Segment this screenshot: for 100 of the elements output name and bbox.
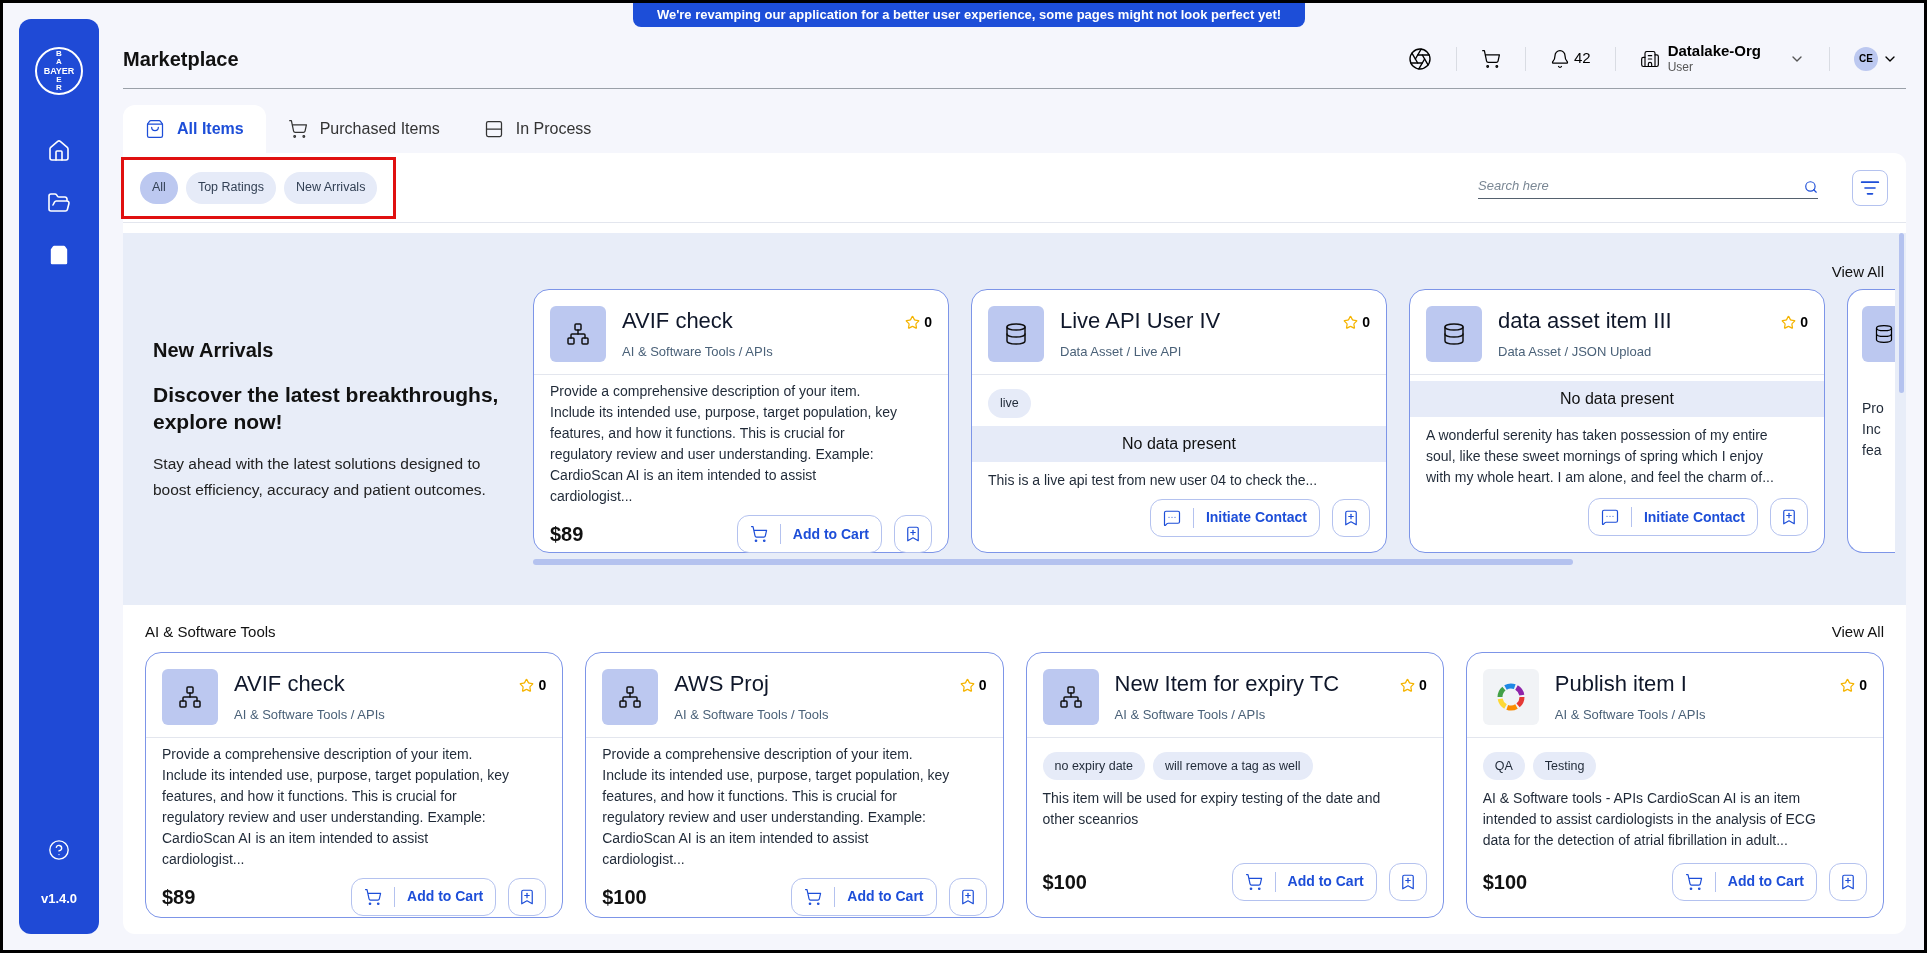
network-icon [618,684,643,709]
item-category: AI & Software Tools / APIs [1114,705,1267,724]
avatar[interactable]: CE [1854,46,1878,71]
item-title[interactable]: New Item for expiry TC [1114,668,1340,699]
tab[interactable]: In Process [461,105,614,153]
no-data-bar: No data present [1410,381,1824,417]
bag-nav-button[interactable] [47,243,71,267]
announcement-banner: We're revamping our application for a better user experience, some pages might not look perfect yet! [633,3,1305,27]
database-icon [1442,322,1466,346]
bookmark-button[interactable] [894,515,932,553]
item-price: $100 [602,884,647,910]
notification-count: 42 [1573,48,1591,69]
tag-chip: live [988,389,1031,418]
star-icon [519,677,535,693]
star-icon [1399,677,1415,693]
stack-icon [483,119,504,139]
initiate-contact-button[interactable]: Initiate Contact [1587,498,1758,536]
bookmark-icon [904,525,922,543]
bookmark-button[interactable] [1332,498,1370,537]
bookmark-button[interactable] [508,877,547,916]
filter-chip[interactable]: New Arrivals [283,171,378,204]
add-to-cart-button[interactable]: Add to Cart [791,877,937,916]
item-title[interactable]: Publish item I [1554,668,1687,699]
database-icon [1874,324,1894,344]
item-title[interactable]: AVIF check [622,306,733,336]
filter-chip[interactable]: Top Ratings [185,171,276,204]
item-description: A wonderful serenity has taken possession of my entire soul, like these sweet mornings of spring which I enjoy with my whole heart. I am alone, and feel the charm of... [1426,426,1775,487]
search-field[interactable]: Search here [1478,175,1804,199]
bookmark-button[interactable] [1770,498,1808,536]
rating-count: 0 [1362,313,1370,332]
item-category: AI & Software Tools / Tools [674,705,830,724]
cart-icon [287,119,308,139]
description-fragment: Pro [1862,399,1885,418]
help-icon[interactable] [48,838,70,861]
folder-nav-button[interactable] [47,191,71,215]
rating-count: 0 [978,675,987,695]
filter-button[interactable] [1852,169,1888,206]
section-title: AI & Software Tools [145,622,276,642]
rating-count: 0 [538,675,547,695]
bag-icon [145,119,165,139]
cart-icon[interactable] [1480,48,1501,69]
page-title: Marketplace [123,46,240,72]
description-fragment: fea [1862,441,1883,460]
item-price: $89 [550,522,584,547]
item-category: AI & Software Tools / APIs [234,705,386,724]
star-icon [959,677,975,693]
item-description: Provide a comprehensive description of your item. Include its intended use, purpose, target population, key features, and how it functions. This is crucial for regulatory review and user understanding. Example: CardioScan AI is an item intended to assist cardiologist... [162,744,511,869]
add-to-cart-button[interactable]: Add to Cart [736,515,882,553]
star-icon [905,315,921,330]
settings-icon[interactable] [1407,46,1432,71]
cart-icon [749,525,768,543]
initiate-contact-button[interactable]: Initiate Contact [1149,498,1320,537]
item-title[interactable]: AWS Proj [674,668,769,699]
tab[interactable]: All Items [123,105,266,153]
section-headline: Discover the latest breakthroughs, explore now! [153,382,500,435]
item-description: This item will be used for expiry testing of the date and other sceanrios [1042,789,1382,830]
item-title[interactable]: data asset item III [1498,306,1672,336]
item-description: This is a live api test from new user 04 to check the... [988,470,1319,490]
cart-icon [1684,872,1703,891]
network-icon [566,322,590,346]
item-title[interactable]: AVIF check [234,668,345,699]
cart-icon [1244,872,1263,891]
tag-chip: no expiry date [1042,751,1146,781]
rating-count: 0 [1859,675,1867,695]
version-label: v1.4.0 [40,889,78,908]
section-title: New Arrivals [153,338,275,363]
item-description: Provide a comprehensive description of your item. Include its intended use, purpose, target population, key features, and how it functions. This is crucial for regulatory review and user understanding. Example: CardioScan AI is an item intended to assist cardiologist... [550,382,899,506]
item-category: AI & Software Tools / APIs [622,343,774,361]
bookmark-button[interactable] [1829,862,1867,901]
bookmark-icon [1839,872,1857,891]
add-to-cart-button[interactable]: Add to Cart [1231,862,1377,901]
horizontal-scrollbar[interactable] [533,559,1573,565]
bookmark-button[interactable] [948,877,987,916]
view-all-link[interactable]: View All [1831,621,1884,644]
logo-text: BA [55,50,63,66]
rating-count: 0 [1418,675,1427,695]
filter-chip[interactable]: All [140,171,178,204]
view-all-link[interactable]: View All [1831,261,1884,289]
add-to-cart-button[interactable]: Add to Cart [351,877,497,916]
item-description: AI & Software tools - APIs CardioScan AI is an item intended to assist cardiologists in the analysis of ECG data for the detection of atrial fibrillation in adult... [1482,789,1817,851]
rating-count: 0 [1800,313,1808,332]
home-nav-button[interactable] [47,139,71,163]
bell-icon[interactable] [1549,48,1570,69]
logo-text: BAYER [43,66,75,76]
chat-icon [1162,508,1181,527]
tab[interactable]: Purchased Items [265,105,462,153]
vertical-scrollbar[interactable] [1899,233,1904,393]
star-icon [1781,315,1797,330]
cart-icon [804,887,823,906]
item-category: AI & Software Tools / APIs [1554,705,1707,724]
bookmark-button[interactable] [1388,862,1427,901]
search-icon[interactable] [1804,180,1818,194]
chat-icon [1600,508,1619,526]
item-description: Provide a comprehensive description of your item. Include its intended use, purpose, target population, key features, and how it functions. This is crucial for regulatory review and user understanding. Example: CardioScan AI is an item intended to assist cardiologist... [602,744,951,869]
cart-icon [364,887,383,906]
add-to-cart-button[interactable]: Add to Cart [1671,862,1817,901]
org-role: User [1667,60,1694,76]
star-icon [1343,315,1359,330]
item-title[interactable]: Live API User IV [1060,306,1221,336]
item-price: $89 [162,884,196,910]
